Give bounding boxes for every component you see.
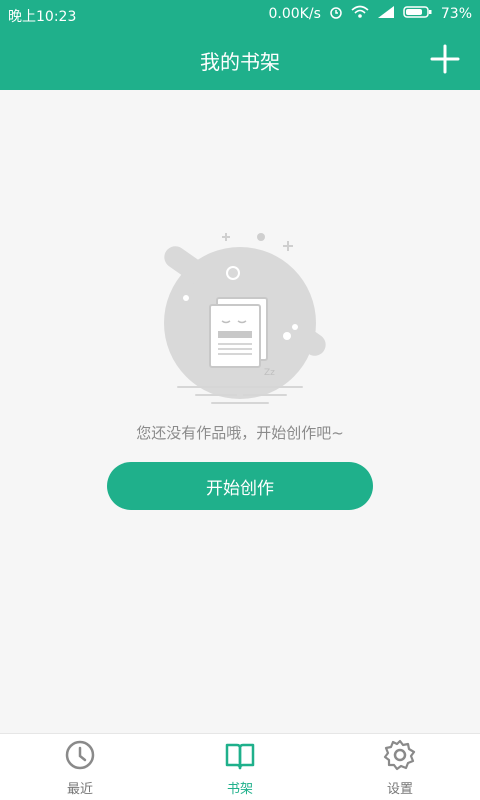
net-speed: 0.00K/s <box>268 6 321 22</box>
add-button[interactable] <box>428 42 462 76</box>
tab-settings[interactable]: 设置 <box>360 738 440 798</box>
status-right: 0.00K/s 73% <box>268 5 472 23</box>
empty-message: 您还没有作品哦，开始创作吧~ <box>136 424 344 442</box>
clock-icon <box>65 740 95 770</box>
top-bar: 我的书架 <box>0 28 480 90</box>
tab-recent[interactable]: 最近 <box>40 738 120 798</box>
start-writing-button[interactable]: 开始创作 <box>107 462 373 510</box>
book-icon <box>225 743 255 770</box>
status-bar: 晚上10:23 0.00K/s 73% <box>0 0 480 28</box>
alarm-icon <box>329 5 343 23</box>
status-time: 晚上10:23 <box>8 9 77 25</box>
battery-percent: 73% <box>440 6 472 22</box>
tab-recent-label: 最近 <box>66 782 93 797</box>
battery-icon <box>403 5 433 23</box>
svg-text:Zz: Zz <box>264 368 275 378</box>
tab-bookshelf[interactable]: 书架 <box>200 738 280 798</box>
tab-settings-label: 设置 <box>386 782 413 797</box>
gear-icon <box>383 739 416 771</box>
empty-illustration: Zz <box>140 225 340 415</box>
wifi-icon <box>351 5 369 23</box>
plus-icon <box>430 44 460 74</box>
bottom-nav: 最近 书架 设置 <box>0 733 480 800</box>
signal-icon <box>377 5 395 23</box>
page-title: 我的书架 <box>200 50 280 74</box>
tab-bookshelf-label: 书架 <box>226 782 253 797</box>
